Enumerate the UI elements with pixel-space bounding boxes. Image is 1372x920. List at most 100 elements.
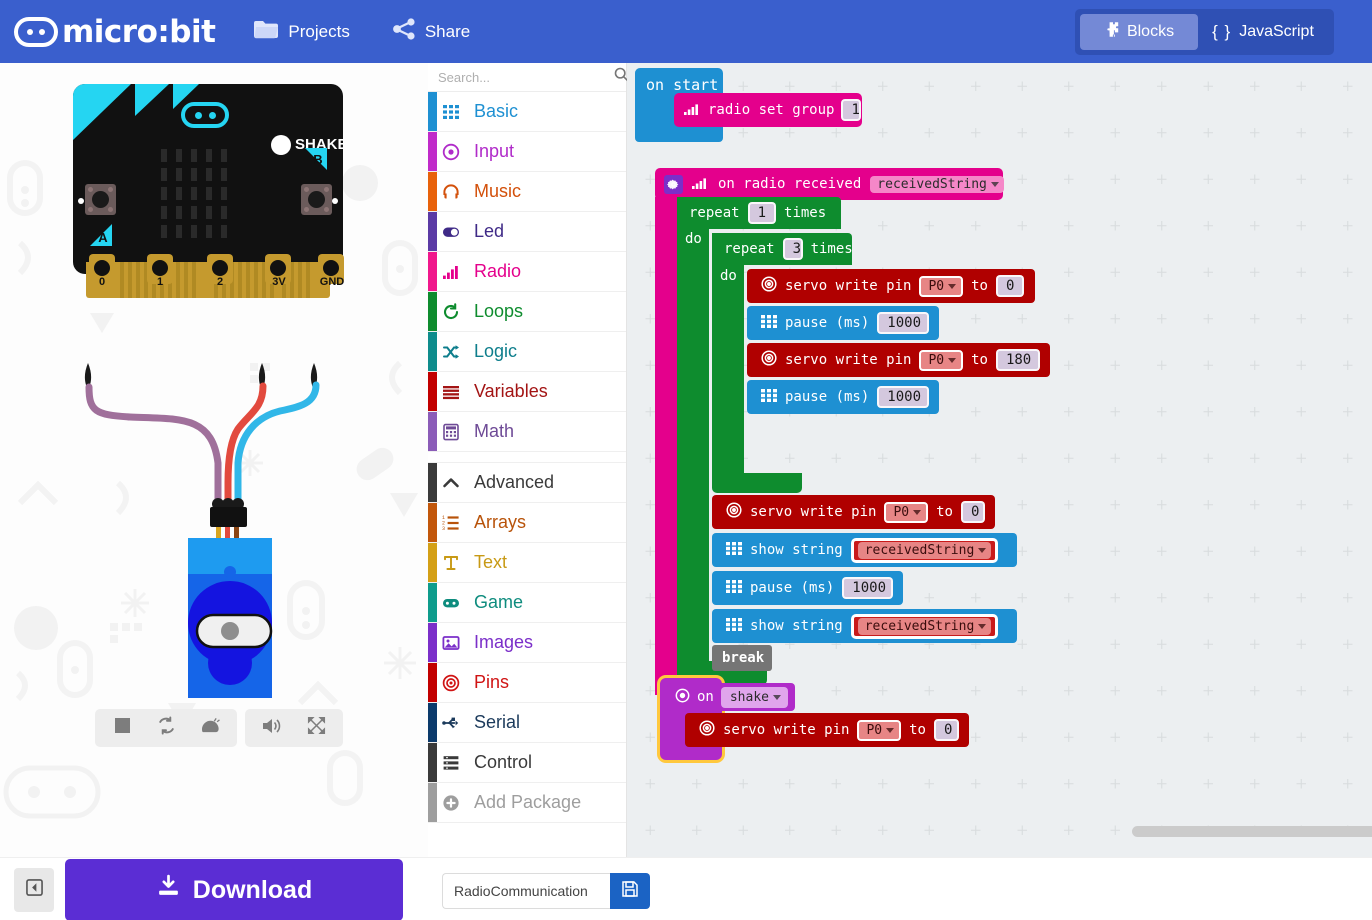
show-string-2-text: show string	[750, 618, 843, 634]
workspace-horizontal-scrollbar[interactable]	[1132, 826, 1372, 837]
toolbox-category-control[interactable]: Control	[428, 743, 626, 783]
toolbox-category-arrays[interactable]: 1 2 3 Arrays	[428, 503, 626, 543]
mute-button[interactable]	[250, 709, 294, 747]
category-label: Pins	[474, 672, 510, 692]
repeat-inner-count[interactable]: 3	[782, 238, 803, 260]
block-pause-2[interactable]: pause (ms) 1000	[747, 380, 939, 414]
search-input[interactable]	[438, 69, 614, 85]
show-string-1-arg[interactable]: receivedString	[850, 537, 999, 563]
repeat-outer-times: times	[784, 205, 827, 221]
show-string-2-arg[interactable]: receivedString	[850, 613, 999, 639]
servo-write-shake-pin[interactable]: P0	[857, 719, 902, 741]
category-color-bar	[428, 332, 437, 371]
floppy-disk-icon	[621, 880, 639, 903]
block-servo-write-2[interactable]: servo write pin P0 to 180	[747, 343, 1050, 377]
servo-write-1-value[interactable]: 0	[995, 275, 1025, 297]
toolbox-category-radio[interactable]: Radio	[428, 252, 626, 292]
toolbox-category-text[interactable]: Text	[428, 543, 626, 583]
bullseye-icon	[699, 720, 715, 740]
radio-set-group-text: radio set group	[708, 102, 835, 118]
projects-label: Projects	[288, 21, 350, 41]
radio-param-dropdown[interactable]: receivedString	[870, 175, 1004, 193]
slow-motion-button[interactable]	[188, 709, 232, 747]
gear-icon[interactable]	[664, 174, 683, 194]
share-button[interactable]: Share	[388, 12, 474, 51]
save-button[interactable]	[610, 873, 650, 909]
toolbox-category-variables[interactable]: Variables	[428, 372, 626, 412]
on-start-label: on start	[646, 76, 719, 94]
block-pause-1[interactable]: pause (ms) 1000	[747, 306, 939, 340]
collapse-simulator-button[interactable]	[14, 868, 54, 912]
pause-3-value[interactable]: 1000	[842, 577, 893, 599]
blocks-workspace[interactable]: on start radio set group 1 on radio rece…	[627, 63, 1372, 857]
on-shake-event-label: shake	[729, 689, 769, 705]
collapse-left-icon	[25, 879, 43, 901]
svg-text:3: 3	[442, 526, 445, 532]
toolbox-category-math[interactable]: Math	[428, 412, 626, 452]
download-button[interactable]: Download	[65, 859, 403, 920]
tab-blocks[interactable]: Blocks	[1080, 14, 1198, 50]
picture-icon	[442, 634, 468, 652]
show-string-1-dropdown[interactable]: receivedString	[857, 541, 992, 559]
category-label: Music	[474, 181, 522, 201]
projects-button[interactable]: Projects	[249, 13, 353, 51]
project-name-input[interactable]	[442, 873, 610, 909]
restart-button[interactable]	[144, 709, 188, 747]
toolbox-category-advanced[interactable]: Advanced	[428, 463, 626, 503]
block-servo-write-shake[interactable]: servo write pin P0 to 0	[685, 713, 969, 747]
category-label: Advanced	[474, 472, 555, 492]
block-show-string-1[interactable]: show string receivedString	[712, 533, 1017, 567]
signal-bars-icon	[692, 176, 709, 193]
toolbox-category-led[interactable]: Led	[428, 212, 626, 252]
on-shake-event-dropdown[interactable]: shake	[720, 686, 788, 708]
radio-group-value[interactable]: 1	[841, 99, 862, 121]
category-label: Variables	[474, 381, 548, 401]
repeat-outer-do-label: do	[685, 231, 709, 249]
servo-write-shake-value[interactable]: 0	[933, 719, 959, 741]
servo-write-3-pin[interactable]: P0	[884, 501, 929, 523]
microbit-logo[interactable]: micro:bit	[14, 14, 216, 50]
category-color-bar	[428, 783, 437, 822]
block-break[interactable]: break	[712, 645, 772, 671]
block-pause-3[interactable]: pause (ms) 1000	[712, 571, 903, 605]
block-repeat-inner-header[interactable]: repeat 3 times	[712, 233, 853, 265]
on-shake-header[interactable]: on shake	[667, 683, 795, 711]
block-on-radio-received[interactable]: on radio received receivedString	[655, 168, 1004, 200]
block-servo-write-3[interactable]: servo write pin P0 to 0	[712, 495, 995, 529]
show-string-2-dropdown[interactable]: receivedString	[857, 617, 992, 635]
toolbox-search[interactable]	[428, 63, 629, 92]
servo-write-2-pin[interactable]: P0	[919, 349, 964, 371]
toolbox-category-logic[interactable]: Logic	[428, 332, 626, 372]
category-label: Logic	[474, 341, 518, 361]
repeat-outer-count[interactable]: 1	[747, 202, 777, 224]
servo-motor	[188, 538, 273, 698]
block-repeat-outer[interactable]	[677, 197, 709, 685]
toolbox-category-serial[interactable]: Serial	[428, 703, 626, 743]
servo-write-2-value[interactable]: 180	[995, 349, 1040, 371]
block-radio-set-group[interactable]: radio set group 1	[674, 93, 862, 127]
category-label: Radio	[474, 261, 522, 281]
stop-button[interactable]	[100, 709, 144, 747]
category-color-bar	[428, 372, 437, 411]
on-radio-received-label: on radio received	[718, 176, 862, 192]
toolbox-category-pins[interactable]: Pins	[428, 663, 626, 703]
block-servo-write-1[interactable]: servo write pin P0 to 0	[747, 269, 1035, 303]
toolbox-category-input[interactable]: Input	[428, 132, 626, 172]
grid-icon	[442, 103, 468, 121]
pause-2-value[interactable]: 1000	[877, 386, 929, 408]
simulator-run-controls	[95, 709, 237, 747]
toolbox-category-images[interactable]: Images	[428, 623, 626, 663]
pause-1-value[interactable]: 1000	[877, 312, 929, 334]
fullscreen-button[interactable]	[294, 709, 338, 747]
servo-write-1-pin[interactable]: P0	[919, 275, 964, 297]
toolbox-category-loops[interactable]: Loops	[428, 292, 626, 332]
toolbox-category-music[interactable]: Music	[428, 172, 626, 212]
toolbox-category-add-package[interactable]: Add Package	[428, 783, 626, 823]
category-label: Arrays	[474, 512, 527, 532]
toolbox-category-basic[interactable]: Basic	[428, 92, 626, 132]
block-show-string-2[interactable]: show string receivedString	[712, 609, 1017, 643]
block-repeat-outer-header[interactable]: repeat 1 times	[677, 197, 841, 229]
toolbox-category-game[interactable]: Game	[428, 583, 626, 623]
servo-write-3-value[interactable]: 0	[960, 501, 985, 523]
tab-javascript[interactable]: { } JavaScript	[1198, 14, 1328, 50]
